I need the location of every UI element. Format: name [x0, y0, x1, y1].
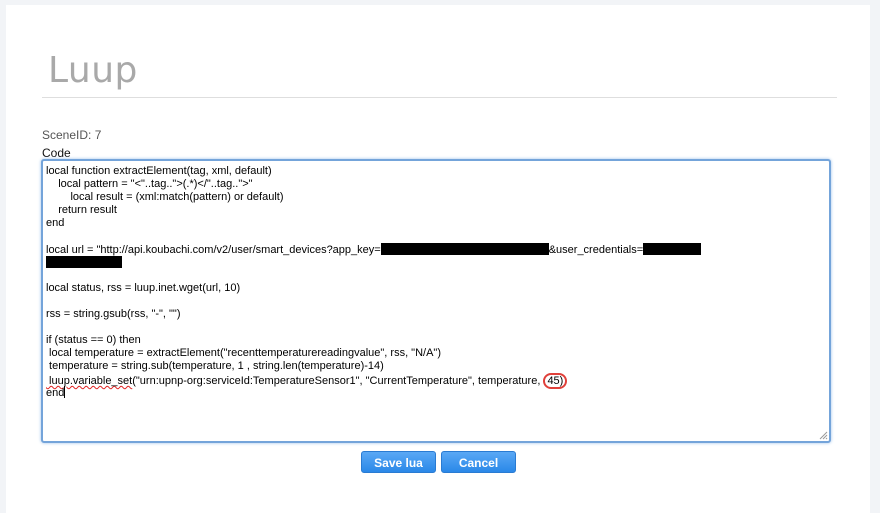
code-line: end	[46, 217, 65, 229]
code-line: local function extractElement(tag, xml, …	[46, 165, 272, 177]
code-url-start: local url = "http://api.koubachi.com/v2/…	[46, 244, 381, 256]
resize-grip-icon[interactable]	[819, 431, 828, 440]
redacted-app-key	[380, 243, 549, 255]
code-end: end	[46, 387, 65, 399]
save-lua-button[interactable]: Save lua	[361, 451, 436, 473]
code-label: Code	[42, 146, 71, 160]
code-line: local pattern = "<"..tag..">(.*)</"..tag…	[46, 178, 253, 190]
code-editor[interactable]: local function extractElement(tag, xml, …	[41, 159, 831, 443]
code-line-variable-set: luup.variable_set("urn:upnp-org:serviceI…	[46, 373, 826, 389]
code-variable-args: ("urn:upnp-org:serviceId:TemperatureSens…	[132, 375, 544, 387]
redacted-credentials-cont	[46, 256, 122, 268]
code-line-end: end	[46, 386, 826, 399]
code-line: local status, rss = luup.inet.wget(url, …	[46, 282, 241, 294]
title-divider	[42, 97, 837, 98]
text-caret	[64, 386, 66, 398]
code-line: temperature = string.sub(temperature, 1 …	[46, 360, 384, 372]
code-url-credentials: &user_credentials=	[548, 244, 644, 256]
code-line: if (status == 0) then	[46, 334, 141, 346]
code-line: local result = (xml:match(pattern) or de…	[46, 191, 284, 203]
code-line: return result	[46, 204, 117, 216]
code-line-url-wrap	[46, 256, 826, 269]
code-line: local temperature = extractElement("rece…	[46, 347, 441, 359]
scene-id-label: SceneID: 7	[42, 128, 102, 142]
code-line-url: local url = "http://api.koubachi.com/v2/…	[46, 243, 826, 256]
cancel-button[interactable]: Cancel	[441, 451, 516, 473]
highlighted-value: 45)	[543, 373, 568, 389]
redacted-credentials	[643, 243, 702, 255]
page-title: Luup	[48, 50, 138, 91]
code-line: rss = string.gsub(rss, "-", "")	[46, 308, 181, 320]
